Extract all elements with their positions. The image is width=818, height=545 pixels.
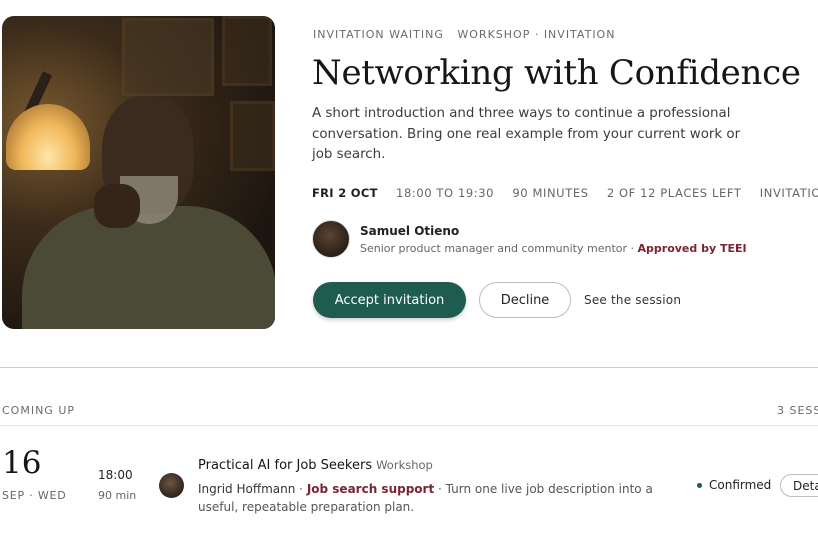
separator: · xyxy=(627,242,638,255)
wall-frame xyxy=(122,18,214,96)
row-detail: Ingrid Hoffmann · Job search support · T… xyxy=(198,482,653,514)
host-role: Senior product manager and community men… xyxy=(360,242,747,255)
host-name: Samuel Otieno xyxy=(360,224,460,238)
row-topic: Job search support xyxy=(306,482,435,496)
row-host-avatar xyxy=(159,473,184,498)
row-day: 16 xyxy=(2,445,42,481)
status-tag: INVITATION WAITING xyxy=(313,28,444,41)
row-status: Confirmed xyxy=(697,478,771,492)
decline-button[interactable]: Decline xyxy=(479,282,571,318)
approval-badge: Approved by TEEI xyxy=(637,242,747,255)
row-title-line: Practical AI for Job Seekers Workshop xyxy=(198,458,433,473)
row-date-line: SEP · WED xyxy=(2,489,67,502)
person-hand xyxy=(94,184,140,228)
row-host-name: Ingrid Hoffmann xyxy=(198,482,296,496)
coming-up-heading: COMING UP xyxy=(2,404,76,417)
type-tag: WORKSHOP · INVITATION xyxy=(457,28,616,41)
session-time: 18:00 TO 19:30 xyxy=(396,186,495,200)
sessions-count: 3 SESSIONS xyxy=(777,404,818,417)
desk-lamp xyxy=(6,104,90,170)
section-divider xyxy=(0,367,818,368)
accept-invitation-button[interactable]: Accept invitation xyxy=(313,282,466,318)
host-role-text: Senior product manager and community men… xyxy=(360,242,628,255)
places-left: 2 OF 12 PLACES LEFT xyxy=(606,186,742,200)
session-duration: 90 MINUTES xyxy=(512,186,589,200)
details-button[interactable]: Details xyxy=(780,474,818,497)
status-dot-icon xyxy=(697,483,702,488)
row-title[interactable]: Practical AI for Job Seekers xyxy=(198,458,372,473)
session-description: A short introduction and three ways to c… xyxy=(312,106,741,162)
session-date: FRI 2 OCT xyxy=(312,186,378,200)
wall-frame xyxy=(230,101,275,171)
row-time: 18:00 xyxy=(98,468,133,482)
row-duration: 90 min xyxy=(98,489,137,502)
wall-frame xyxy=(222,16,272,86)
session-facts: FRI 2 OCT 18:00 TO 19:30 90 MINUTES 2 OF… xyxy=(312,186,818,200)
page-title: Networking with Confidence xyxy=(312,53,801,93)
access-type: INVITATION ONLY xyxy=(759,186,818,200)
row-status-text: Confirmed xyxy=(709,478,772,492)
host-avatar xyxy=(312,220,350,258)
row-weekday: WED xyxy=(37,489,67,502)
row-month: SEP xyxy=(2,489,25,502)
row-divider xyxy=(0,425,818,426)
session-photo xyxy=(2,16,275,329)
session-tags: INVITATION WAITING WORKSHOP · INVITATION xyxy=(313,28,624,41)
row-type: Workshop xyxy=(376,458,433,472)
see-session-link[interactable]: See the session xyxy=(584,293,681,307)
person-body xyxy=(22,206,275,329)
